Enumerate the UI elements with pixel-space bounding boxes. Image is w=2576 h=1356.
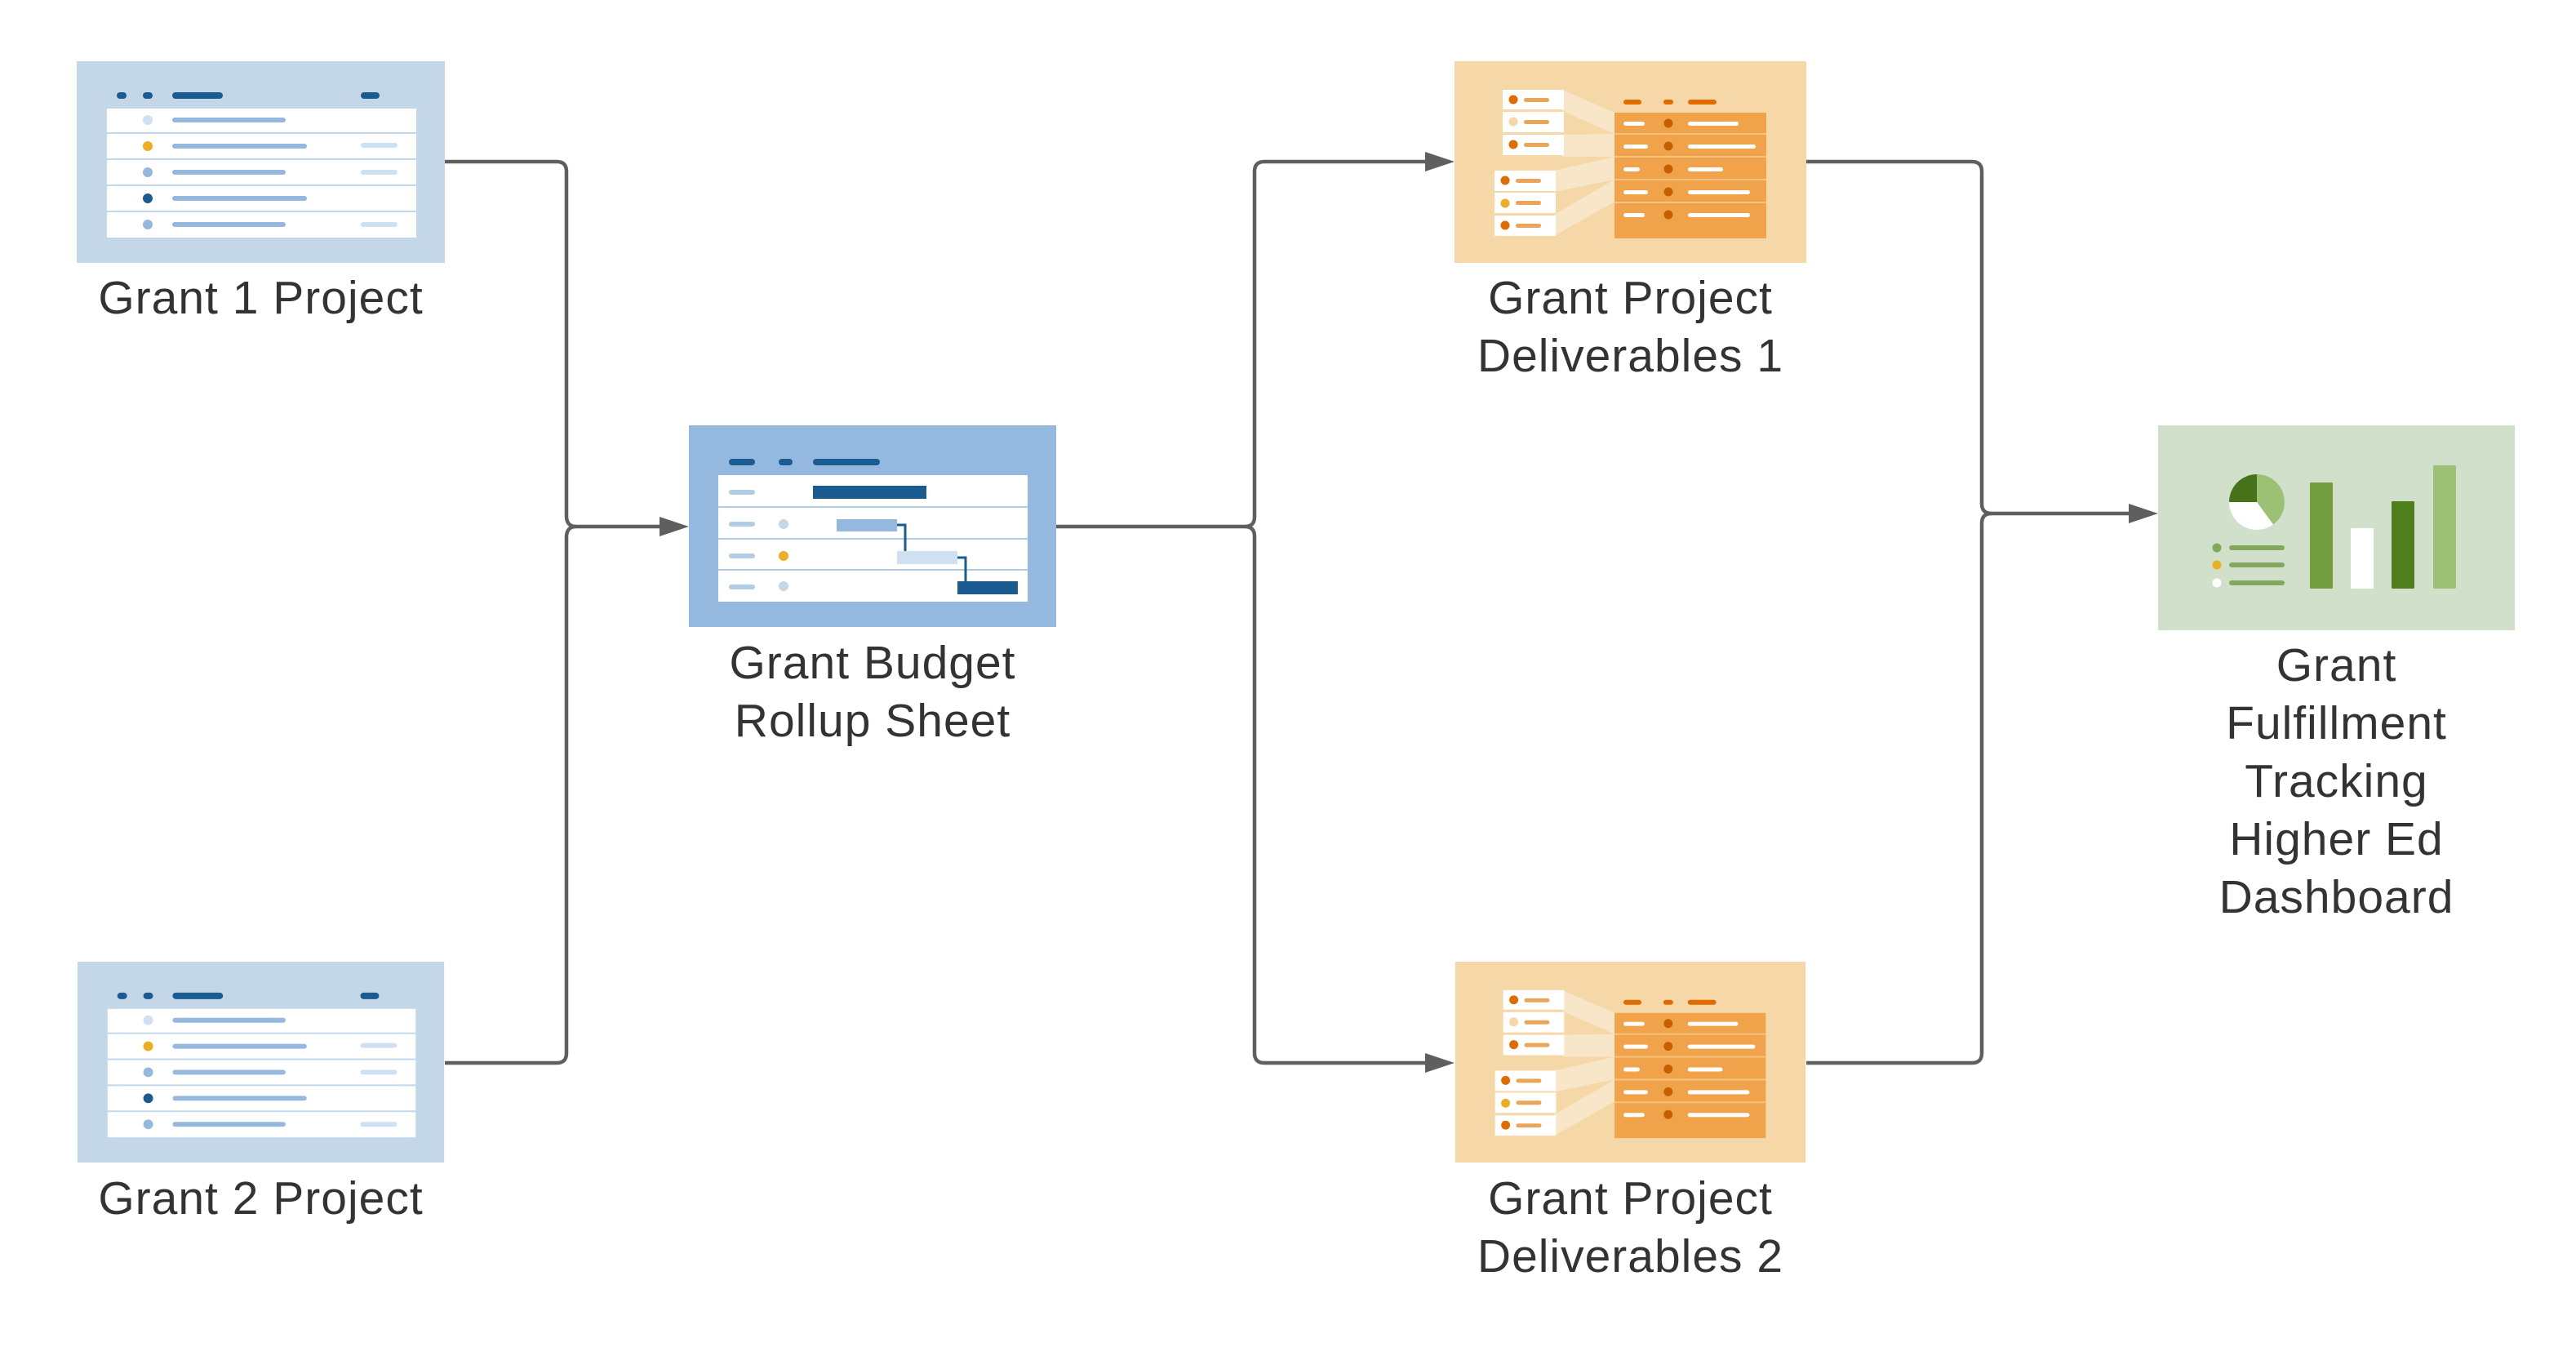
grid-sheet-icon: [77, 61, 445, 263]
node-label: Grant Fulfillment Tracking Higher Ed Das…: [2112, 637, 2561, 927]
arrowhead-icon: [1425, 152, 1455, 171]
arrowhead-icon: [1425, 1053, 1455, 1073]
connector-deliverables2-to-dashboard: [1806, 511, 1992, 1065]
connector-grant1-to-rollup: [445, 159, 661, 529]
node-label-line: Grant: [2276, 639, 2397, 691]
arrowhead-icon: [2129, 504, 2158, 523]
node-label-line: Grant Project: [1488, 272, 1773, 324]
report-icon: [1455, 962, 1806, 1163]
node-label-line: Tracking: [2245, 755, 2428, 807]
node-label-line: Higher Ed: [2229, 813, 2444, 865]
report-icon: [1455, 61, 1806, 263]
node-label: Grant 1 Project: [77, 269, 445, 327]
node-label: Grant Project Deliverables 1: [1406, 269, 1855, 385]
node-label-line: Dashboard: [2218, 871, 2454, 923]
grid-sheet-icon: [77, 962, 445, 1163]
node-label-line: Deliverables 2: [1477, 1230, 1784, 1283]
gantt-sheet-icon: [689, 425, 1056, 627]
node-label: Grant Budget Rollup Sheet: [648, 634, 1097, 750]
node-label-line: Rollup Sheet: [734, 695, 1011, 747]
connector-rollup-to-deliverables2: [1244, 524, 1427, 1065]
arrowhead-icon: [660, 517, 689, 536]
node-label-line: Deliverables 1: [1477, 330, 1784, 382]
node-label-line: Fulfillment: [2226, 697, 2447, 749]
node-label-line: Grant 1 Project: [98, 272, 424, 324]
dashboard-icon: [2158, 425, 2515, 630]
connector-rollup-to-deliverables1: [1056, 159, 1427, 529]
node-label-line: Grant 2 Project: [98, 1172, 424, 1225]
node-label-line: Grant Budget: [729, 637, 1016, 689]
node-label: Grant Project Deliverables 2: [1406, 1170, 1855, 1286]
node-label-line: Grant Project: [1488, 1172, 1773, 1225]
node-label: Grant 2 Project: [77, 1170, 445, 1228]
connector-grant2-to-rollup: [445, 524, 577, 1065]
